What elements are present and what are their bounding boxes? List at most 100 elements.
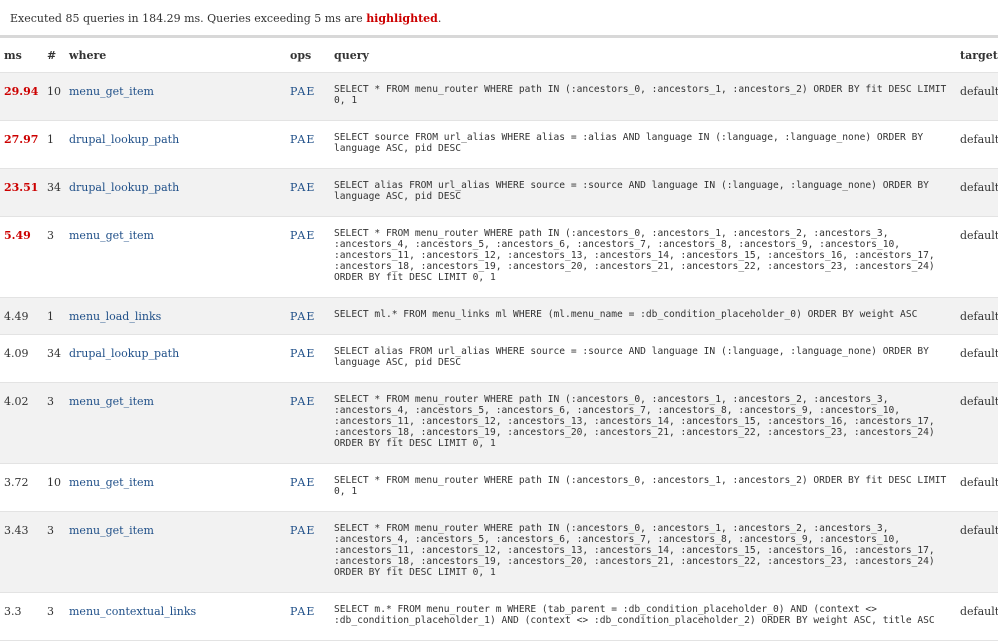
op-e-link[interactable]: E <box>306 133 315 146</box>
call-count: 3 <box>47 592 69 641</box>
column-header-count: # <box>47 38 69 73</box>
op-e-link[interactable]: E <box>306 85 315 98</box>
query-time: 29.94 <box>0 72 47 121</box>
call-count: 10 <box>47 72 69 121</box>
where-cell: menu_load_links <box>69 297 290 335</box>
query-time: 27.97 <box>0 120 47 169</box>
table-row: 4.02 3 menu_get_item PAE SELECT * FROM menu_… <box>0 382 998 464</box>
ops-cell: PAE <box>290 297 334 335</box>
where-cell: drupal_lookup_path <box>69 334 290 383</box>
where-cell: menu_contextual_links <box>69 592 290 641</box>
query-text: SELECT ml.* FROM menu_links ml WHERE (ml… <box>334 297 960 335</box>
query-text: SELECT * FROM menu_router WHERE path IN … <box>334 216 960 298</box>
target-db: default <box>960 463 998 512</box>
table-row: 3.43 3 menu_get_item PAE SELECT * FROM menu_… <box>0 511 998 593</box>
summary-highlighted-word: highlighted <box>366 12 438 25</box>
summary-text: Executed 85 queries in 184.29 ms. Querie… <box>10 12 367 25</box>
where-cell: drupal_lookup_path <box>69 168 290 217</box>
ops-cell: PAE <box>290 168 334 217</box>
table-row: 29.94 10 menu_get_item PAE SELECT * FROM men… <box>0 72 998 121</box>
query-summary: Executed 85 queries in 184.29 ms. Querie… <box>0 0 998 38</box>
where-cell: menu_get_item <box>69 463 290 512</box>
ops-cell: PAE <box>290 382 334 464</box>
query-time: 4.49 <box>0 297 47 335</box>
query-time: 4.09 <box>0 334 47 383</box>
target-db: default <box>960 168 998 217</box>
target-db: default <box>960 72 998 121</box>
query-time: 4.02 <box>0 382 47 464</box>
query-text: SELECT * FROM menu_router WHERE path IN … <box>334 382 960 464</box>
function-link[interactable]: drupal_lookup_path <box>69 181 179 194</box>
query-time: 23.51 <box>0 168 47 217</box>
op-e-link[interactable]: E <box>306 347 315 360</box>
table-row: 23.51 34 drupal_lookup_path PAE SELECT alias… <box>0 168 998 217</box>
query-text: SELECT m.* FROM menu_router m WHERE (tab… <box>334 592 960 641</box>
target-db: default <box>960 216 998 298</box>
query-text: SELECT alias FROM url_alias WHERE source… <box>334 168 960 217</box>
query-time: 3.72 <box>0 463 47 512</box>
query-time: 5.49 <box>0 216 47 298</box>
target-db: default <box>960 334 998 383</box>
call-count: 1 <box>47 120 69 169</box>
target-db: default <box>960 592 998 641</box>
where-cell: menu_get_item <box>69 511 290 593</box>
target-db: default <box>960 297 998 335</box>
column-header-where: where <box>69 38 290 73</box>
column-header-query: query <box>334 38 960 73</box>
column-header-ms: ms <box>0 38 47 73</box>
function-link[interactable]: menu_get_item <box>69 524 154 537</box>
query-time: 3.3 <box>0 592 47 641</box>
table-row: 3.72 10 menu_get_item PAE SELECT * FROM menu… <box>0 463 998 512</box>
op-e-link[interactable]: E <box>306 395 315 408</box>
query-text: SELECT alias FROM url_alias WHERE source… <box>334 334 960 383</box>
function-link[interactable]: menu_contextual_links <box>69 605 196 618</box>
op-e-link[interactable]: E <box>306 524 315 537</box>
table-row: 27.97 1 drupal_lookup_path PAE SELECT source… <box>0 120 998 169</box>
call-count: 3 <box>47 511 69 593</box>
op-e-link[interactable]: E <box>306 310 315 323</box>
op-e-link[interactable]: E <box>306 181 315 194</box>
query-log-table: ms # where ops query target 29.94 10 menu_… <box>0 38 998 641</box>
function-link[interactable]: drupal_lookup_path <box>69 347 179 360</box>
call-count: 10 <box>47 463 69 512</box>
where-cell: drupal_lookup_path <box>69 120 290 169</box>
function-link[interactable]: menu_get_item <box>69 476 154 489</box>
table-row: 3.3 3 menu_contextual_links PAE SELECT m.* F… <box>0 592 998 641</box>
table-row: 4.09 34 drupal_lookup_path PAE SELECT alias … <box>0 334 998 383</box>
table-row: 5.49 3 menu_get_item PAE SELECT * FROM menu_… <box>0 216 998 298</box>
where-cell: menu_get_item <box>69 216 290 298</box>
target-db: default <box>960 511 998 593</box>
ops-cell: PAE <box>290 334 334 383</box>
summary-period: . <box>437 12 442 25</box>
ops-cell: PAE <box>290 72 334 121</box>
call-count: 1 <box>47 297 69 335</box>
call-count: 34 <box>47 168 69 217</box>
function-link[interactable]: menu_load_links <box>69 310 161 323</box>
op-e-link[interactable]: E <box>306 605 315 618</box>
function-link[interactable]: menu_get_item <box>69 395 154 408</box>
query-text: SELECT * FROM menu_router WHERE path IN … <box>334 72 960 121</box>
ops-cell: PAE <box>290 120 334 169</box>
query-time: 3.43 <box>0 511 47 593</box>
target-db: default <box>960 120 998 169</box>
ops-cell: PAE <box>290 592 334 641</box>
function-link[interactable]: drupal_lookup_path <box>69 133 179 146</box>
op-e-link[interactable]: E <box>306 229 315 242</box>
target-db: default <box>960 382 998 464</box>
where-cell: menu_get_item <box>69 72 290 121</box>
column-header-ops: ops <box>290 38 334 73</box>
ops-cell: PAE <box>290 511 334 593</box>
call-count: 3 <box>47 382 69 464</box>
column-header-target: target <box>960 38 998 73</box>
ops-cell: PAE <box>290 216 334 298</box>
table-row: 4.49 1 menu_load_links PAE SELECT ml.* FROM … <box>0 297 998 335</box>
function-link[interactable]: menu_get_item <box>69 229 154 242</box>
where-cell: menu_get_item <box>69 382 290 464</box>
table-header-row: ms # where ops query target <box>0 38 998 73</box>
call-count: 34 <box>47 334 69 383</box>
query-text: SELECT * FROM menu_router WHERE path IN … <box>334 511 960 593</box>
query-text: SELECT * FROM menu_router WHERE path IN … <box>334 463 960 512</box>
function-link[interactable]: menu_get_item <box>69 85 154 98</box>
op-e-link[interactable]: E <box>306 476 315 489</box>
call-count: 3 <box>47 216 69 298</box>
